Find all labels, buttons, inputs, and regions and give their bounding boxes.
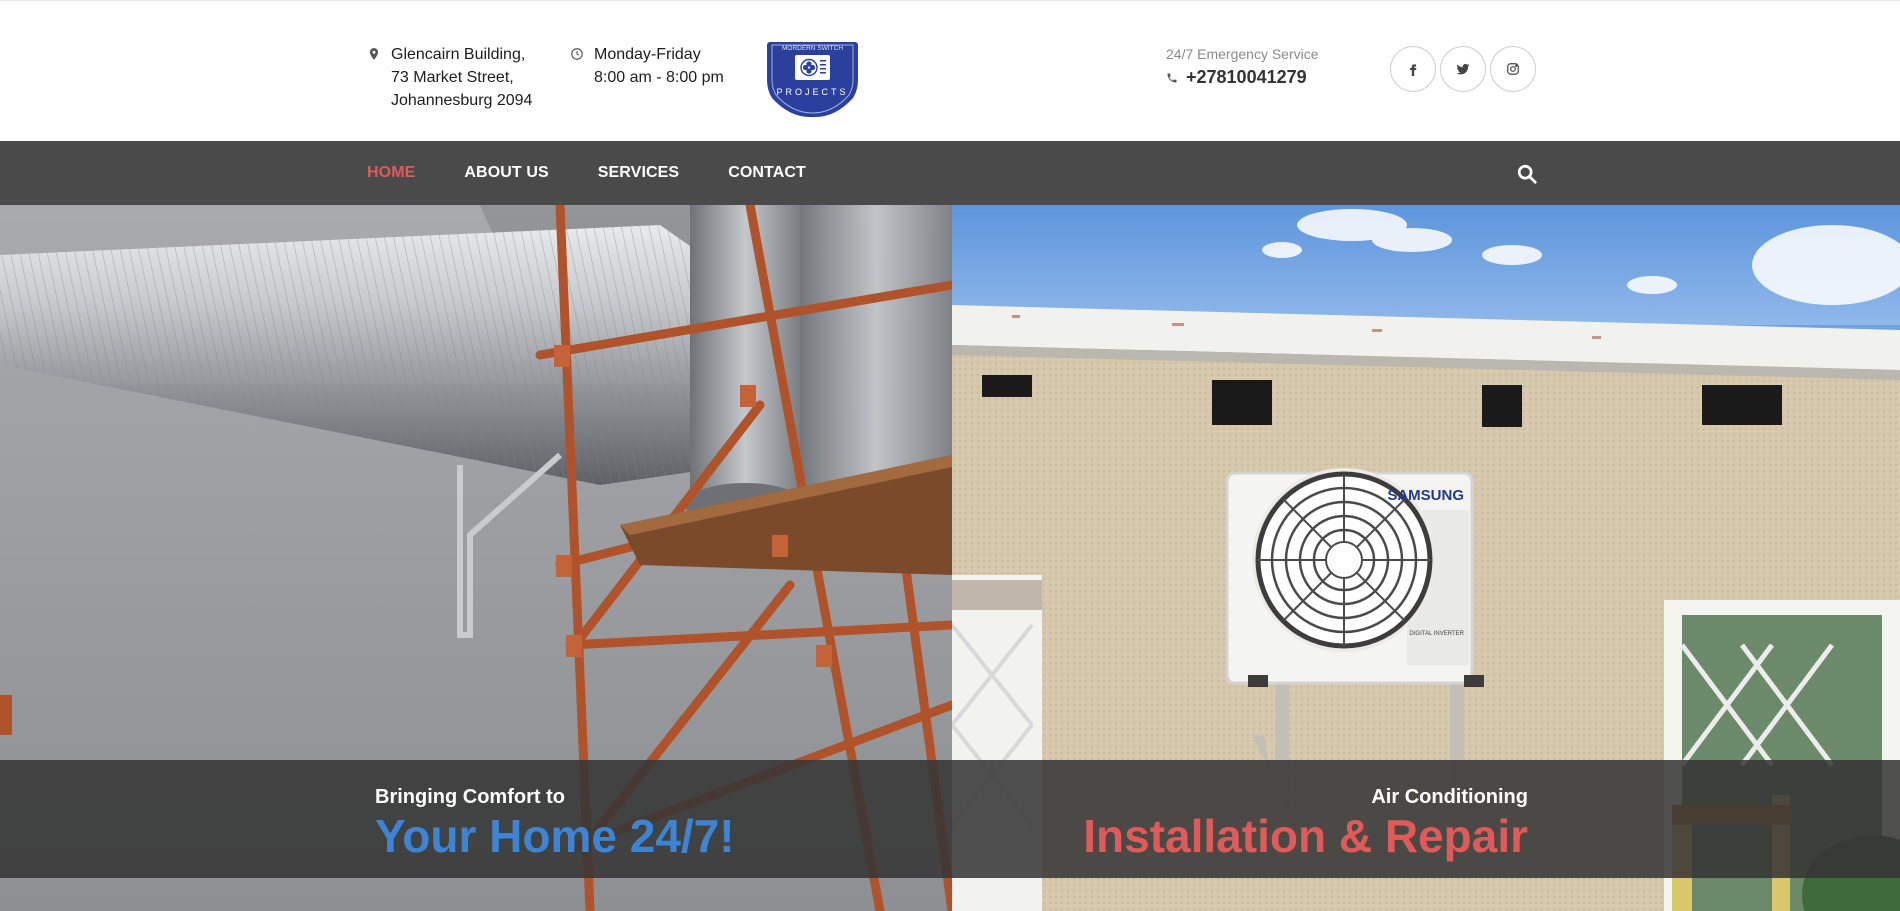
instagram-icon [1507, 63, 1519, 75]
company-logo[interactable]: MORDERN SWITCH PROJECTS [765, 40, 860, 118]
social-links [1390, 46, 1536, 92]
hero-caption-right: Air Conditioning Installation & Repair [1083, 784, 1528, 862]
twitter-button[interactable] [1440, 46, 1486, 92]
svg-text:MORDERN SWITCH: MORDERN SWITCH [782, 45, 843, 52]
facebook-icon [1410, 64, 1417, 76]
hours-time: 8:00 am - 8:00 pm [594, 69, 724, 86]
address-line-3: Johannesburg 2094 [391, 92, 533, 109]
nav-item-about-us[interactable]: ABOUT US [464, 164, 548, 182]
hero-right-subtitle: Air Conditioning [1371, 786, 1528, 808]
map-pin-icon [369, 48, 379, 60]
clock-icon [571, 48, 583, 60]
emergency-label: 24/7 Emergency Service [1166, 46, 1319, 62]
twitter-icon [1456, 63, 1470, 75]
instagram-button[interactable] [1490, 46, 1536, 92]
emergency-contact: 24/7 Emergency Service +27810041279 [1166, 45, 1319, 88]
address-info: Glencairn Building, 73 Market Street, Jo… [367, 43, 532, 112]
hero-left-title: Your Home 24/7! [375, 810, 735, 862]
hero-left-subtitle: Bringing Comfort to [375, 786, 565, 808]
top-bar: Glencairn Building, 73 Market Street, Jo… [0, 0, 1900, 141]
nav-item-contact[interactable]: CONTACT [728, 164, 806, 182]
address-line-1: Glencairn Building, [391, 46, 526, 63]
hours-info: Monday-Friday 8:00 am - 8:00 pm [570, 43, 724, 89]
hero-right-title: Installation & Repair [1083, 810, 1528, 862]
hero-caption-bar [0, 760, 1900, 878]
hero-caption-left: Bringing Comfort to Your Home 24/7! [375, 784, 735, 862]
nav-item-services[interactable]: SERVICES [598, 164, 679, 182]
nav-menu: HOME ABOUT US SERVICES CONTACT [367, 141, 806, 205]
svg-text:PROJECTS: PROJECTS [776, 87, 848, 97]
nav-item-home[interactable]: HOME [367, 164, 415, 182]
ac-model-label: DIGITAL INVERTER [1409, 631, 1464, 637]
emergency-phone-link[interactable]: +27810041279 [1186, 67, 1307, 88]
address-line-2: 73 Market Street, [391, 69, 514, 86]
search-icon[interactable] [1516, 163, 1538, 185]
phone-icon [1167, 73, 1177, 82]
hours-days: Monday-Friday [594, 46, 701, 63]
hero-slider: SAMSUNG DIGITAL INVERTER Bringing Comfor… [0, 205, 1900, 911]
facebook-button[interactable] [1390, 46, 1436, 92]
ac-brand-label: SAMSUNG [1387, 487, 1464, 504]
main-navbar: HOME ABOUT US SERVICES CONTACT [0, 141, 1900, 205]
